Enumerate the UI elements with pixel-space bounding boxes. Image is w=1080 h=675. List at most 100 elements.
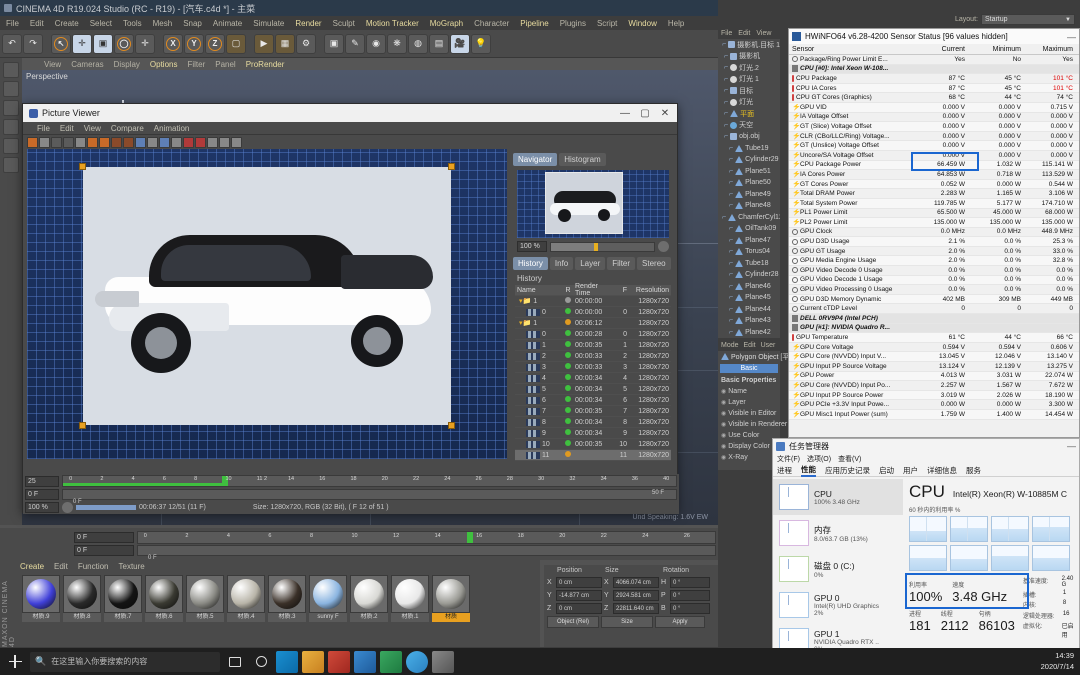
hwinfo-sensor-row[interactable]: ⚡ IA Cores Power 64.853 W 0.718 W 113.529 W [789, 170, 1079, 180]
rotate-tool-icon[interactable]: ◯ [114, 33, 134, 54]
light-icon[interactable]: 💡 [471, 33, 491, 54]
hwinfo-sensor-row[interactable]: ⚡ GPU PCIe +3.3V Input Powe... 0.000 W 0.00… [789, 400, 1079, 410]
x-axis-icon[interactable]: X [163, 33, 183, 54]
frame-ruler[interactable]: 0 2 4 6 8 10 11 2 14 16 18 20 22 24 26 28 30 32 34 36 40 [62, 475, 677, 487]
task-manager-menubar[interactable]: 文件(F) 选项(O) 查看(V) [773, 453, 1079, 464]
attribute-tab-basic[interactable]: Basic [720, 364, 778, 373]
zoom-reset-icon[interactable] [658, 241, 669, 252]
select-tool-icon[interactable]: ↖ [51, 33, 71, 54]
tree-expand-icon[interactable]: ⌐ [729, 191, 733, 198]
material-swatch[interactable]: 材质 [432, 575, 470, 622]
rail-button-3[interactable] [3, 100, 19, 116]
tree-expand-icon[interactable]: ⌐ [729, 225, 733, 232]
menu-edit[interactable]: Edit [30, 19, 44, 28]
object-tree-list[interactable]: ⌐ 摄影机.目标 1 ⌐ 摄影机 ⌐ 灯光.2 ⌐ 灯光 1 ⌐ 目标 ⌐ 灯光 ⌐ 平面 ⌐ 天空 ⌐ obj.… [718, 39, 780, 338]
viewport-menu-cameras[interactable]: Cameras [71, 60, 103, 69]
selection-handle[interactable] [79, 163, 86, 170]
mat-menu-create[interactable]: Create [20, 562, 44, 571]
taskbar-app-mail[interactable] [328, 650, 350, 673]
tree-expand-icon[interactable]: ⌐ [722, 214, 726, 221]
menu-mograph[interactable]: MoGraph [430, 19, 463, 28]
tree-expand-icon[interactable]: ⌐ [729, 306, 733, 313]
timeline-playhead[interactable] [466, 531, 473, 543]
hwinfo-sensor-row[interactable]: GPU Clock 0.0 MHz 0.0 MHz 448.9 MHz [789, 228, 1079, 238]
object-tree-item[interactable]: ⌐ 灯光.2 [718, 62, 780, 74]
attr-menu-edit[interactable]: Edit [744, 342, 756, 349]
task-manager-tabs[interactable]: 进程 性能 应用历史记录 启动 用户 详细信息 服务 [773, 464, 1079, 477]
taskbar-app-hwinfo[interactable] [432, 650, 454, 673]
taskbar-clock[interactable]: 14:39 2020/7/14 [1041, 650, 1074, 672]
object-tree-item[interactable]: ⌐ Cylinder28 [718, 269, 780, 281]
hwinfo-sensor-row[interactable]: ⚡ GPU Misc1 Input Power (sum) 1.759 W 1.400… [789, 409, 1079, 420]
object-tree-item[interactable]: ⌐ Cylinder29 [718, 154, 780, 166]
object-tree-item[interactable]: ⌐ Torus04 [718, 246, 780, 258]
rail-button-2[interactable] [3, 81, 19, 97]
material-swatch[interactable]: 材质.3 [268, 575, 306, 622]
selection-handle[interactable] [448, 163, 455, 170]
tree-expand-icon[interactable]: ⌐ [729, 260, 733, 267]
tree-expand-icon[interactable]: ⌐ [729, 156, 733, 163]
taskbar-app-chrome[interactable] [406, 650, 428, 673]
hwinfo-sensor-row[interactable]: ⚡ GPU Core Voltage 0.594 V 0.594 V 0.606 V [789, 343, 1079, 353]
tree-expand-icon[interactable]: ⌐ [729, 283, 733, 290]
coord-position-field[interactable]: 0 cm [556, 603, 602, 614]
viewport-menu-panel[interactable]: Panel [215, 60, 235, 69]
maximize-icon[interactable]: ▢ [635, 108, 655, 119]
hwinfo-sensor-row[interactable]: ⚡ PL2 Power Limit 135.000 W 135.000 W 135.00… [789, 218, 1079, 228]
hwinfo-sensor-row[interactable]: ⚡ IA Voltage Offset 0.000 V 0.000 V 0.000 V [789, 113, 1079, 123]
menu-sculpt[interactable]: Sculpt [333, 19, 355, 28]
material-swatch-list[interactable]: 材质.9 材质.8 材质.7 材质.6 材质.5 材质.4 材质.3 sunny F 材质.2 材… [0, 572, 540, 622]
world-coord-icon[interactable]: ▢ [226, 33, 246, 54]
tm-tab-services[interactable]: 服务 [966, 465, 981, 476]
attribute-row[interactable]: ◉ Display Color [718, 441, 780, 452]
selection-handle[interactable] [79, 422, 86, 429]
hwinfo-sensor-row[interactable]: ⚡ Total DRAM Power 2.283 W 1.165 W 3.106 W [789, 189, 1079, 199]
current-frame-field[interactable]: 0 F [25, 488, 59, 500]
history-row[interactable]: 10 00:00:35 10 1280x720 [515, 439, 671, 450]
redo-icon[interactable]: ↷ [23, 33, 43, 54]
taskbar-app-edge[interactable] [276, 650, 298, 673]
hwinfo-sensor-row[interactable]: GPU Video Processing 0 Usage 0.0 % 0.0 % 0.… [789, 285, 1079, 295]
tab-history[interactable]: History [513, 257, 548, 270]
tab-navigator[interactable]: Navigator [513, 153, 558, 166]
coord-mode-select[interactable]: Object (Rel) [547, 615, 599, 628]
attr-menu-mode[interactable]: Mode [721, 342, 739, 349]
y-axis-icon[interactable]: Y [184, 33, 204, 54]
history-row[interactable]: 0 00:00:28 0 1280x720 [515, 329, 671, 340]
pv-compare-icon[interactable] [147, 136, 158, 148]
tree-expand-icon[interactable]: ⌐ [724, 122, 728, 129]
menu-help[interactable]: Help [668, 19, 684, 28]
menu-render[interactable]: Render [295, 19, 321, 28]
material-swatch[interactable]: 材质.5 [186, 575, 224, 622]
coord-rotation-field[interactable]: 0 ° [670, 577, 710, 588]
viewport-menu-view[interactable]: View [44, 60, 61, 69]
object-tree-item[interactable]: ⌐ 灯光 1 [718, 74, 780, 86]
hwinfo-sensor-row[interactable]: GPU D3D Memory Dynamic 402 MB 309 MB 449 MB [789, 294, 1079, 305]
tree-expand-icon[interactable]: ⌐ [729, 202, 733, 209]
pv-menu-edit[interactable]: Edit [60, 124, 74, 133]
navigator-zoom-row[interactable]: 100 % [517, 241, 669, 252]
attribute-property-rows[interactable]: ◉ Name ◉ Layer ◉ Visible in Editor ◉ Visible in… [718, 386, 787, 463]
coordinate-row[interactable]: X0 cm X 4066.074 cm H 0 ° [544, 576, 718, 589]
hwinfo-sensor-row[interactable]: ⚡ CLR (CBo/LLC/Ring) Voltage... 0.000 V 0.0… [789, 132, 1079, 142]
object-tree-item[interactable]: ⌐ 天空 [718, 120, 780, 132]
tree-expand-icon[interactable]: ⌐ [729, 294, 733, 301]
tree-expand-icon[interactable]: ⌐ [729, 317, 733, 324]
tm-resource-item[interactable]: GPU 0 Intel(R) UHD Graphics 2% [773, 587, 903, 623]
taskbar-search[interactable]: 🔍 在这里输入你要搜索的内容 [30, 651, 220, 672]
viewport-menu-options[interactable]: Options [150, 60, 178, 69]
object-tree-item[interactable]: ⌐ OilTank09 [718, 223, 780, 235]
object-tree-item[interactable]: ⌐ Plane44 [718, 304, 780, 316]
coord-size-select[interactable]: Size [601, 615, 653, 628]
tm-tab-processes[interactable]: 进程 [777, 465, 792, 476]
menu-tools[interactable]: Tools [123, 19, 142, 28]
tab-filter[interactable]: Filter [607, 257, 636, 270]
hwinfo-sensor-row[interactable]: ⚡ PL1 Power Limit 65.500 W 45.000 W 68.000 W [789, 209, 1079, 219]
tree-expand-icon[interactable]: ⌐ [729, 271, 733, 278]
hwinfo-minimize-icon[interactable]: — [1067, 32, 1076, 42]
material-swatch[interactable]: sunny F [309, 575, 347, 622]
coordinates-controls[interactable]: Object (Rel) Size Apply [544, 615, 718, 628]
object-tree-item[interactable]: ⌐ Plane47 [718, 235, 780, 247]
tm-tab-performance[interactable]: 性能 [801, 464, 816, 477]
material-menubar[interactable]: Create Edit Function Texture [0, 560, 540, 572]
